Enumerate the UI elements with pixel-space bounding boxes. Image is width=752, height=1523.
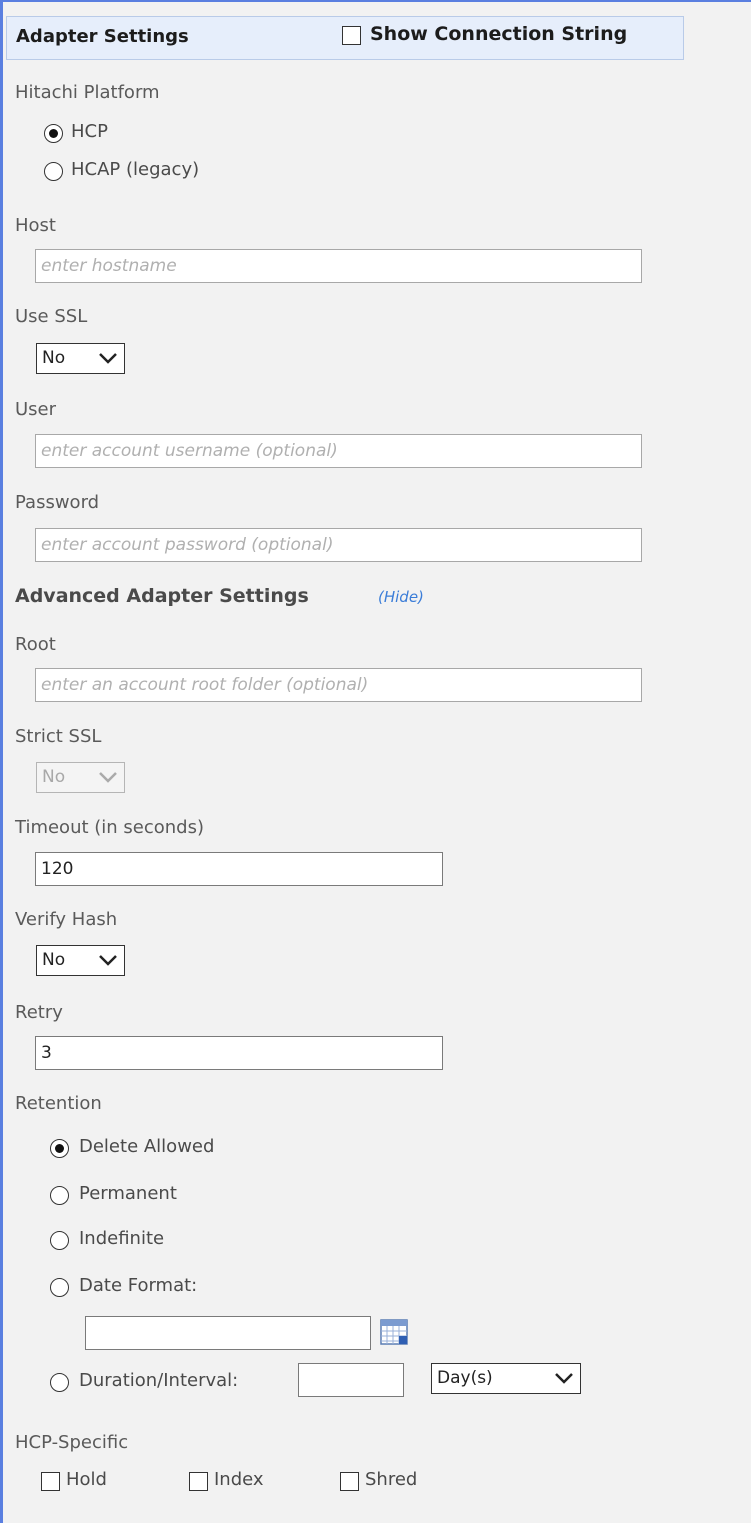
chevron-down-icon — [99, 772, 117, 783]
timeout-input[interactable] — [35, 852, 443, 886]
user-label: User — [15, 399, 57, 420]
shred-checkbox[interactable] — [340, 1472, 359, 1491]
user-input[interactable] — [35, 434, 642, 468]
hold-checkbox[interactable] — [41, 1472, 60, 1491]
strict-ssl-label: Strict SSL — [15, 726, 102, 747]
advanced-settings-title: Advanced Adapter Settings — [15, 585, 309, 607]
retention-unit-value: Day(s) — [437, 1368, 493, 1388]
retention-unit-select[interactable]: Day(s) — [431, 1363, 581, 1394]
show-connection-string-checkbox[interactable] — [342, 26, 361, 45]
advanced-hide-link[interactable]: (Hide) — [378, 588, 424, 606]
timeout-label: Timeout (in seconds) — [15, 817, 204, 838]
chevron-down-icon — [555, 1373, 573, 1384]
retry-input[interactable] — [35, 1036, 443, 1070]
index-label: Index — [214, 1469, 264, 1490]
retention-radio-permanent[interactable] — [50, 1186, 69, 1205]
retention-option-duration: Duration/Interval: — [79, 1370, 239, 1391]
platform-label: Hitachi Platform — [15, 82, 160, 103]
password-label: Password — [15, 492, 100, 513]
verify-hash-value: No — [42, 950, 66, 970]
retry-label: Retry — [15, 1002, 63, 1023]
chevron-down-icon — [99, 955, 117, 966]
platform-option-hcap: HCAP (legacy) — [71, 159, 200, 180]
use-ssl-select[interactable]: No — [36, 343, 125, 374]
adapter-settings-panel: Adapter Settings Show Connection String … — [0, 0, 751, 1523]
platform-radio-hcap[interactable] — [44, 162, 63, 181]
hold-label: Hold — [66, 1469, 107, 1490]
retention-label: Retention — [15, 1093, 102, 1114]
show-connection-string-label: Show Connection String — [370, 23, 628, 45]
retention-date-input[interactable] — [85, 1316, 371, 1350]
root-label: Root — [15, 634, 56, 655]
shred-label: Shred — [365, 1469, 418, 1490]
panel-title: Adapter Settings — [16, 26, 189, 47]
verify-hash-label: Verify Hash — [15, 909, 118, 930]
verify-hash-select[interactable]: No — [36, 945, 125, 976]
retention-option-date-format: Date Format: — [79, 1275, 198, 1296]
index-checkbox[interactable] — [189, 1472, 208, 1491]
platform-option-hcp: HCP — [71, 121, 108, 142]
strict-ssl-select: No — [36, 762, 125, 793]
retention-option-delete-allowed: Delete Allowed — [79, 1136, 215, 1157]
host-input[interactable] — [35, 249, 642, 283]
chevron-down-icon — [99, 353, 117, 364]
retention-option-permanent: Permanent — [79, 1183, 177, 1204]
retention-radio-date-format[interactable] — [50, 1278, 69, 1297]
retention-radio-duration[interactable] — [50, 1373, 69, 1392]
use-ssl-value: No — [42, 348, 66, 368]
retention-duration-input[interactable] — [298, 1363, 404, 1397]
root-input[interactable] — [35, 668, 642, 702]
use-ssl-label: Use SSL — [15, 306, 88, 327]
hcp-specific-label: HCP-Specific — [15, 1432, 129, 1453]
retention-radio-delete-allowed[interactable] — [50, 1139, 69, 1158]
password-input[interactable] — [35, 528, 642, 562]
retention-option-indefinite: Indefinite — [79, 1228, 165, 1249]
platform-radio-hcp[interactable] — [44, 124, 63, 143]
retention-radio-indefinite[interactable] — [50, 1231, 69, 1250]
strict-ssl-value: No — [42, 767, 66, 787]
host-label: Host — [15, 215, 56, 236]
calendar-icon[interactable] — [379, 1318, 409, 1346]
